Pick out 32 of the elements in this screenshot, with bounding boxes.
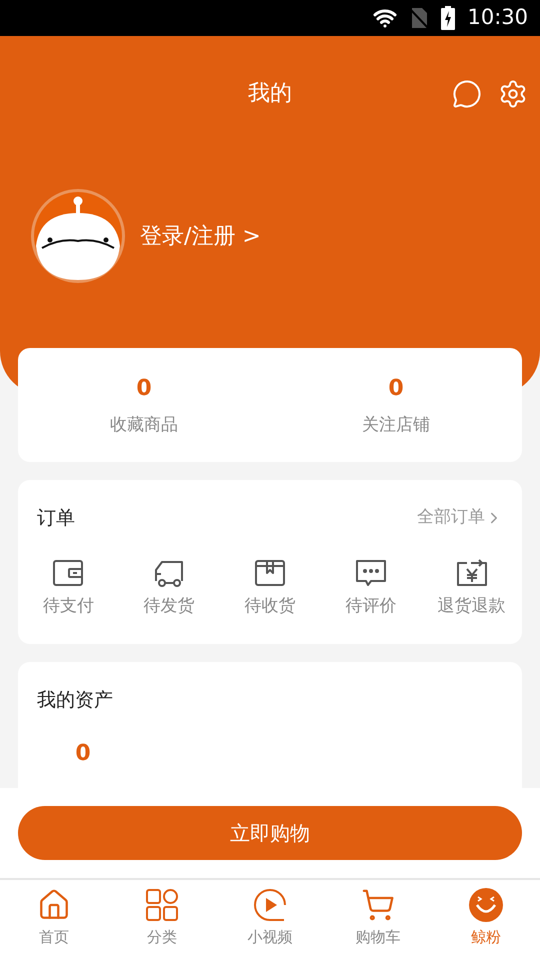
tab-item[interactable]: 鲸粉 (432, 880, 540, 960)
order-status-label[interactable]: 退货退款 (438, 594, 506, 620)
cart-icon (361, 888, 395, 922)
tab-item[interactable]: 购物车 (324, 880, 432, 960)
page-title: 我的 (248, 80, 292, 108)
settings-icon[interactable] (498, 78, 528, 108)
play-icon (253, 888, 287, 922)
asset-count: 0 (75, 740, 91, 768)
mascot-avatar[interactable] (30, 188, 126, 284)
stat-count: 0 (388, 374, 404, 403)
stat-label[interactable]: 收藏商品 (110, 412, 178, 438)
tab-item[interactable]: 分类 (108, 880, 216, 960)
message-icon[interactable] (452, 78, 482, 108)
tab-item[interactable]: 首页 (0, 880, 108, 960)
grid-icon (145, 888, 179, 922)
status-time: 10:30 (467, 4, 528, 32)
all-orders-link[interactable]: 全部订单 (417, 505, 503, 531)
order-status-label[interactable]: 待支付 (42, 594, 94, 620)
order-status-label[interactable]: 待发货 (144, 594, 195, 620)
login-link[interactable]: 登录/注册 > (140, 220, 261, 252)
stat-count: 0 (136, 374, 152, 403)
order-status-label[interactable]: 待收货 (244, 594, 296, 620)
shop-now-button[interactable]: 立即购物 (18, 806, 522, 860)
home-icon (37, 888, 71, 922)
battery-icon (441, 6, 456, 30)
stat-label[interactable]: 关注店铺 (362, 412, 430, 438)
smiley-icon (469, 888, 503, 922)
tab-item[interactable]: 小视频 (216, 880, 324, 960)
assets-title: 我的资产 (36, 688, 114, 713)
no-sim-icon (409, 7, 430, 29)
orders-title: 订单 (37, 506, 75, 531)
order-status-label[interactable]: 待评价 (345, 594, 396, 620)
